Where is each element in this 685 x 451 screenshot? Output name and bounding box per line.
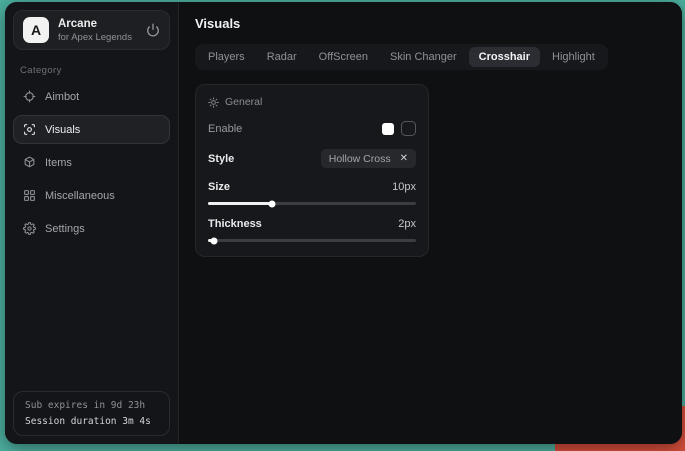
sidebar-item-miscellaneous[interactable]: Miscellaneous	[13, 181, 170, 210]
size-value: 10px	[392, 181, 416, 193]
tab-players[interactable]: Players	[198, 47, 255, 67]
sidebar-item-settings[interactable]: Settings	[13, 214, 170, 243]
category-label: Category	[20, 65, 178, 76]
app-window: A Arcane for Apex Legends Category	[5, 2, 682, 444]
thickness-label: Thickness	[208, 218, 262, 230]
page-title: Visuals	[195, 16, 666, 31]
size-label: Size	[208, 181, 230, 193]
eye-icon	[23, 123, 36, 136]
sidebar-item-visuals[interactable]: Visuals	[13, 115, 170, 144]
size-slider-fill	[208, 202, 272, 205]
sidebar-item-items[interactable]: Items	[13, 148, 170, 177]
main-content: Visuals Players Radar OffScreen Skin Cha…	[179, 2, 682, 444]
style-label: Style	[208, 153, 234, 165]
app-subtitle: for Apex Legends	[58, 32, 132, 43]
thickness-slider-thumb[interactable]	[211, 237, 218, 244]
crosshair-icon	[23, 90, 36, 103]
tab-skin-changer[interactable]: Skin Changer	[380, 47, 467, 67]
sidebar-item-label: Visuals	[45, 124, 80, 136]
visuals-tabbar: Players Radar OffScreen Skin Changer Cro…	[195, 44, 608, 70]
session-duration-text: Session duration 3m 4s	[25, 416, 158, 427]
sidebar-item-label: Aimbot	[45, 91, 79, 103]
thickness-slider[interactable]	[208, 239, 416, 242]
size-slider[interactable]	[208, 202, 416, 205]
enable-checkbox[interactable]	[382, 123, 394, 135]
subscription-info-card: Sub expires in 9d 23h Session duration 3…	[13, 391, 170, 436]
style-select[interactable]: Hollow Cross ✕	[321, 149, 416, 168]
sidebar: A Arcane for Apex Legends Category	[5, 2, 179, 444]
power-icon[interactable]	[146, 23, 160, 37]
style-selected-value: Hollow Cross	[329, 153, 391, 165]
enable-label: Enable	[208, 123, 242, 135]
grid-icon	[23, 189, 36, 202]
app-logo: A	[23, 17, 49, 43]
enable-keybind-button[interactable]	[401, 121, 416, 136]
general-card: General Enable Style Hollow Cross ✕	[195, 84, 429, 257]
gear-icon	[23, 222, 36, 235]
tab-crosshair[interactable]: Crosshair	[469, 47, 540, 67]
general-card-title: General	[225, 96, 262, 108]
sidebar-item-label: Settings	[45, 223, 85, 235]
sidebar-item-label: Miscellaneous	[45, 190, 115, 202]
size-slider-thumb[interactable]	[269, 200, 276, 207]
tab-highlight[interactable]: Highlight	[542, 47, 605, 67]
sidebar-header-card: A Arcane for Apex Legends	[13, 10, 170, 50]
thickness-value: 2px	[398, 218, 416, 230]
sidebar-item-aimbot[interactable]: Aimbot	[13, 82, 170, 111]
desktop-background: A Arcane for Apex Legends Category	[0, 0, 685, 451]
app-title: Arcane	[58, 18, 132, 30]
general-settings-icon	[208, 97, 219, 108]
sidebar-item-label: Items	[45, 157, 72, 169]
style-remove-icon[interactable]: ✕	[400, 153, 408, 164]
tab-radar[interactable]: Radar	[257, 47, 307, 67]
sidebar-nav: Aimbot Visuals I	[5, 82, 178, 243]
sub-expires-text: Sub expires in 9d 23h	[25, 400, 158, 411]
tab-offscreen[interactable]: OffScreen	[309, 47, 378, 67]
cube-icon	[23, 156, 36, 169]
